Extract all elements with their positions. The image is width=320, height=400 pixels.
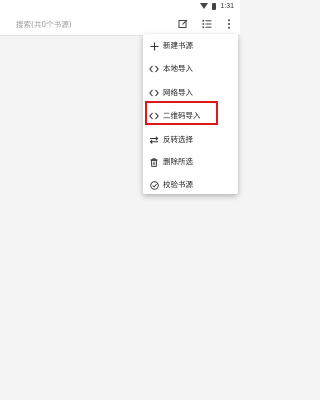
wifi-icon	[200, 3, 209, 9]
plus-icon	[148, 40, 160, 52]
menu-item-label: 校验书源	[163, 180, 193, 189]
menu-item-delete-selected[interactable]: 删除所选	[143, 151, 238, 173]
status-bar: 1:31	[0, 0, 240, 12]
status-time: 1:31	[220, 2, 234, 10]
menu-item-local-import[interactable]: 本地导入	[143, 58, 238, 80]
battery-icon	[212, 2, 217, 10]
menu-item-invert-selection[interactable]: 反转选择	[143, 129, 238, 151]
highlight-box	[145, 101, 218, 125]
menu-item-label: 本地导入	[163, 64, 193, 73]
menu-item-new-source[interactable]: 新建书源	[143, 35, 238, 57]
sort-button[interactable]	[201, 18, 213, 30]
search-input[interactable]	[16, 17, 166, 31]
more-button[interactable]	[223, 18, 235, 30]
menu-item-label: 新建书源	[163, 41, 193, 50]
menu-item-label: 反转选择	[163, 135, 193, 144]
edit-button[interactable]	[177, 18, 189, 30]
menu-item-verify-sources[interactable]: 校验书源	[143, 174, 238, 196]
app-bar	[0, 12, 240, 36]
code-icon	[148, 63, 160, 75]
check-badge-icon	[148, 179, 160, 191]
sort-icon	[202, 20, 212, 28]
edit-icon	[178, 19, 188, 28]
more-vert-icon	[228, 19, 230, 29]
menu-item-label: 删除所选	[163, 157, 193, 166]
trash-icon	[148, 156, 160, 168]
code-icon	[148, 87, 160, 99]
swap-icon	[148, 134, 160, 146]
